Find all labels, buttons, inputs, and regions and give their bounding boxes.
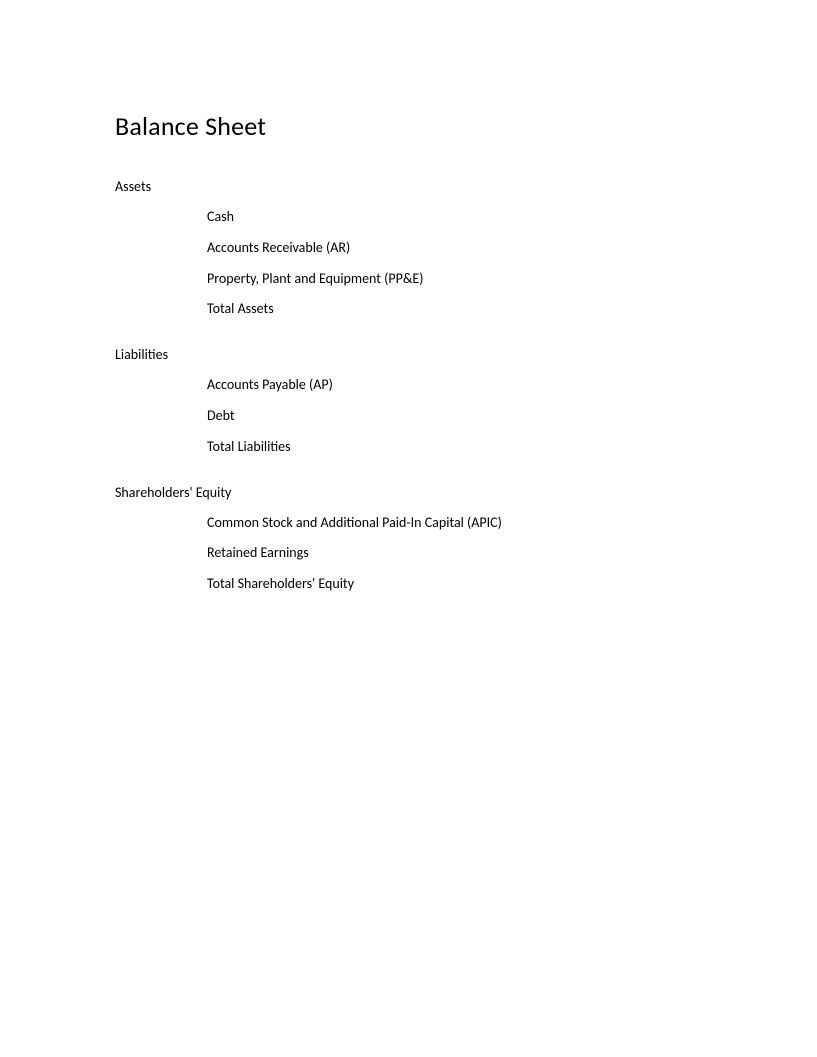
section-items: Accounts Payable (AP) Debt Total Liabili… [115, 377, 817, 455]
section-items: Cash Accounts Receivable (AR) Property, … [115, 209, 817, 318]
list-item: Total Liabilities [207, 439, 817, 456]
section-heading: Liabilities [115, 346, 817, 363]
list-item: Cash [207, 209, 817, 226]
list-item: Property, Plant and Equipment (PP&E) [207, 271, 817, 288]
section-liabilities: Liabilities Accounts Payable (AP) Debt T… [115, 346, 817, 455]
list-item: Total Shareholders' Equity [207, 576, 817, 593]
section-assets: Assets Cash Accounts Receivable (AR) Pro… [115, 178, 817, 318]
list-item: Debt [207, 408, 817, 425]
section-heading: Assets [115, 178, 817, 195]
list-item: Accounts Payable (AP) [207, 377, 817, 394]
list-item: Accounts Receivable (AR) [207, 240, 817, 257]
document-page: Balance Sheet Assets Cash Accounts Recei… [0, 0, 817, 593]
section-heading: Shareholders' Equity [115, 484, 817, 501]
list-item: Retained Earnings [207, 545, 817, 562]
section-shareholders-equity: Shareholders' Equity Common Stock and Ad… [115, 484, 817, 593]
list-item: Common Stock and Additional Paid-In Capi… [207, 515, 817, 532]
list-item: Total Assets [207, 301, 817, 318]
page-title: Balance Sheet [115, 110, 817, 142]
section-items: Common Stock and Additional Paid-In Capi… [115, 515, 817, 593]
